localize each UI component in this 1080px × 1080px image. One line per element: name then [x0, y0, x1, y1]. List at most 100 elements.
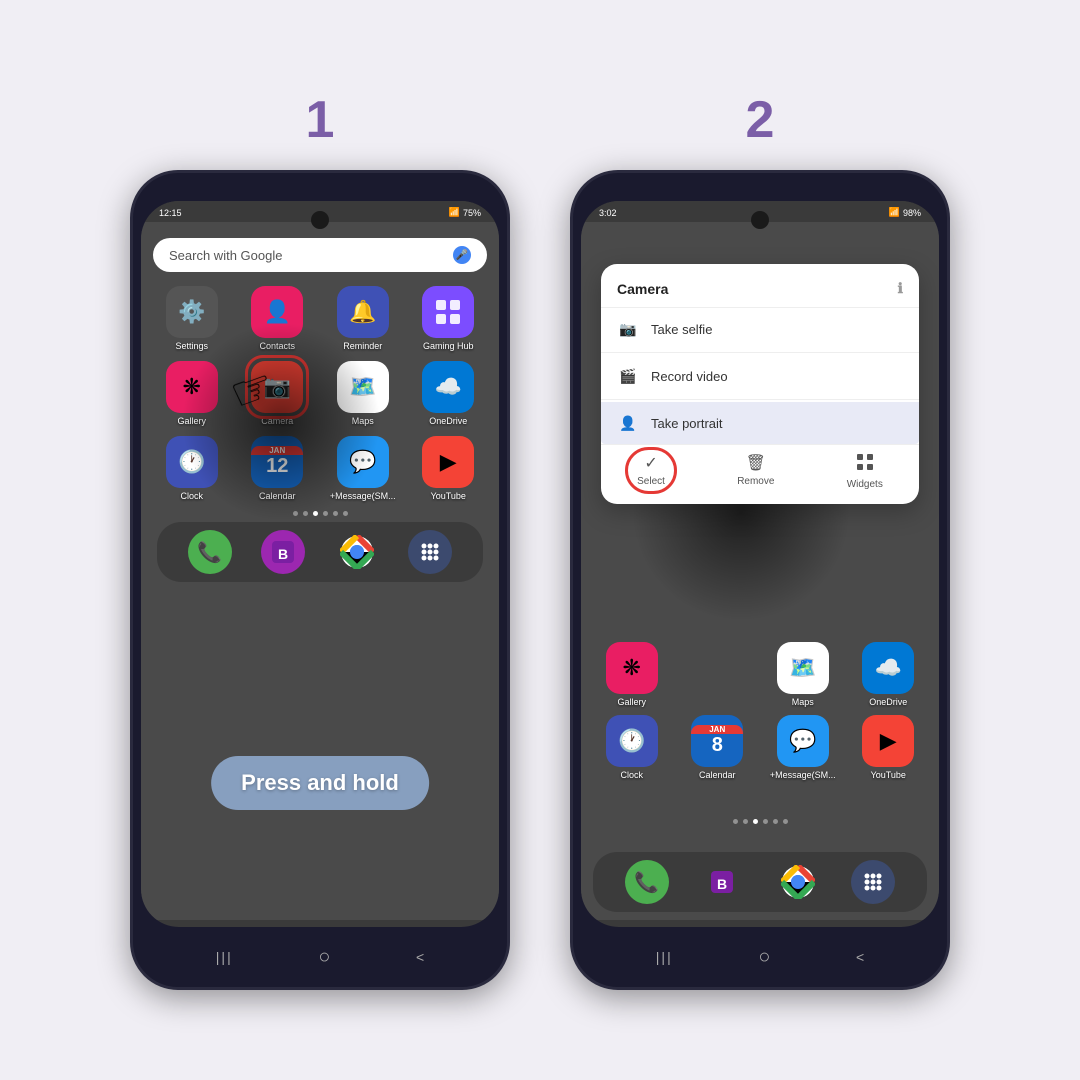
home-content-2: Camera ℹ 📷 Take selfie 🎬 Record video [581, 222, 939, 920]
dot-4 [323, 511, 328, 516]
app-gallery-2[interactable]: ❋ Gallery [593, 642, 671, 707]
step-1-number: 1 [306, 90, 335, 150]
context-info-icon[interactable]: ℹ [898, 280, 903, 297]
nav-back-btn-1[interactable]: < [416, 949, 424, 965]
clock-icon-1: 🕐 [166, 436, 218, 488]
action-remove[interactable]: 🗑 Remove [737, 453, 774, 490]
notch-2 [751, 211, 769, 229]
nav-bar-2: ||| ○ < [573, 927, 947, 987]
dock-2: 📞 B [593, 852, 927, 912]
app-youtube-2[interactable]: ▶ YouTube [850, 715, 928, 780]
chrome-dock-icon-1[interactable] [335, 530, 379, 574]
bixby-dock-icon-1[interactable]: B [261, 530, 305, 574]
dock-1: 📞 B [157, 522, 483, 582]
main-container: 1 12:15 📶 75% Search with Google [90, 50, 990, 1030]
step-2: 2 3:02 📶 98% Camera [570, 90, 950, 990]
message-label-1: +Message(SM... [330, 491, 396, 501]
status-icons-1: 📶 75% [449, 207, 481, 218]
press-hold-text: Press and hold [241, 770, 399, 795]
nav-apps-btn-1[interactable]: ||| [216, 949, 233, 965]
app-maps-1[interactable]: 🗺️ Maps [324, 361, 402, 426]
portrait-icon: 👤 [617, 412, 639, 434]
context-item-selfie[interactable]: 📷 Take selfie [601, 308, 919, 350]
remove-action-icon: 🗑 [746, 453, 766, 473]
nav-home-btn-1[interactable]: ○ [318, 946, 330, 969]
status-time-2: 3:02 [599, 208, 617, 218]
app-onedrive-2[interactable]: ☁️ OneDrive [850, 642, 928, 707]
contacts-label: Contacts [259, 341, 295, 351]
context-menu: Camera ℹ 📷 Take selfie 🎬 Record video [601, 264, 919, 504]
context-menu-title: Camera ℹ [601, 274, 919, 308]
nav-back-btn-2[interactable]: < [856, 949, 864, 965]
page-dots-2 [581, 819, 939, 824]
svg-text:B: B [278, 546, 288, 562]
reminder-icon: 🔔 [337, 286, 389, 338]
app-message-2[interactable]: 💬 +Message(SM... [764, 715, 842, 780]
home-content-1: Search with Google 🎤 ⚙️ Settings 👤 Conta… [141, 222, 499, 920]
settings-label: Settings [175, 341, 208, 351]
dot-3-active [313, 511, 318, 516]
app-clock-1[interactable]: 🕐 Clock [153, 436, 231, 501]
status-time-1: 12:15 [159, 208, 182, 218]
mic-icon-1[interactable]: 🎤 [453, 246, 471, 264]
divider-1 [601, 352, 919, 353]
app-calendar-2[interactable]: JAN 8 Calendar [679, 715, 757, 780]
app-gaming-hub-1[interactable]: Gaming Hub [410, 286, 488, 351]
search-bar-1[interactable]: Search with Google 🎤 [153, 238, 487, 272]
gaming-hub-icon-1 [422, 286, 474, 338]
context-item-record[interactable]: 🎬 Record video [601, 355, 919, 397]
phone-2: 3:02 📶 98% Camera ℹ � [570, 170, 950, 990]
apps-dock-icon-2[interactable] [851, 860, 895, 904]
apps-row-b-2: 🕐 Clock JAN 8 Calendar [593, 715, 927, 780]
nav-home-btn-2[interactable]: ○ [758, 946, 770, 969]
action-select[interactable]: ✓ Select [637, 453, 665, 490]
widgets-action-icon [856, 453, 874, 476]
youtube-label-1: YouTube [431, 491, 466, 501]
chrome-dock-icon-2[interactable] [776, 860, 820, 904]
apps-bottom-2: ❋ Gallery 🗺️ Maps ☁️ [593, 642, 927, 790]
onedrive-icon-2: ☁️ [862, 642, 914, 694]
app-maps-2[interactable]: 🗺️ Maps [764, 642, 842, 707]
app-reminder[interactable]: 🔔 Reminder [324, 286, 402, 351]
onedrive-label-1: OneDrive [429, 416, 467, 426]
bixby-dock-icon-2[interactable]: B [700, 860, 744, 904]
phone-1-screen: 12:15 📶 75% Search with Google 🎤 [141, 201, 499, 927]
phone-dock-icon-1[interactable]: 📞 [188, 530, 232, 574]
app-onedrive-1[interactable]: ☁️ OneDrive [410, 361, 488, 426]
phone-1: 12:15 📶 75% Search with Google 🎤 [130, 170, 510, 990]
app-empty-2 [679, 642, 757, 707]
message-icon-1: 💬 [337, 436, 389, 488]
apps-row2-1: ❋ Gallery 📷 Camera 🗺️ Maps [153, 361, 487, 426]
app-clock-2[interactable]: 🕐 Clock [593, 715, 671, 780]
app-youtube-1[interactable]: ▶ YouTube [410, 436, 488, 501]
step-1: 1 12:15 📶 75% Search with Google [130, 90, 510, 990]
dot-1 [293, 511, 298, 516]
step-2-number: 2 [746, 90, 775, 150]
phone-2-screen: 3:02 📶 98% Camera ℹ � [581, 201, 939, 927]
gallery-label-1: Gallery [177, 416, 206, 426]
apps-dock-icon-1[interactable] [408, 530, 452, 574]
maps-label-1: Maps [352, 416, 374, 426]
divider-2 [601, 399, 919, 400]
context-item-portrait[interactable]: 👤 Take portrait [601, 402, 919, 444]
dot-2 [303, 511, 308, 516]
phone-dock-icon-2[interactable]: 📞 [625, 860, 669, 904]
notch-1 [311, 211, 329, 229]
svg-text:B: B [717, 876, 727, 892]
status-icons-2: 📶 98% [889, 207, 921, 218]
app-contacts[interactable]: 👤 Contacts [239, 286, 317, 351]
nav-apps-btn-2[interactable]: ||| [656, 949, 673, 965]
nav-bar-1: ||| ○ < [133, 927, 507, 987]
gallery-icon-1: ❋ [166, 361, 218, 413]
app-settings[interactable]: ⚙️ Settings [153, 286, 231, 351]
maps-icon-2: 🗺️ [777, 642, 829, 694]
dot-5 [333, 511, 338, 516]
app-message-1[interactable]: 💬 +Message(SM... [324, 436, 402, 501]
apps-row3-1: 🕐 Clock JAN 12 Calendar 💬 +M [153, 436, 487, 501]
app-gallery-1[interactable]: ❋ Gallery [153, 361, 231, 426]
action-widgets[interactable]: Widgets [847, 453, 883, 490]
calendar-icon-1: JAN 12 [251, 436, 303, 488]
app-calendar-1[interactable]: JAN 12 Calendar [239, 436, 317, 501]
empty-slot-icon [691, 642, 743, 694]
context-action-row: ✓ Select 🗑 Remove [601, 444, 919, 494]
